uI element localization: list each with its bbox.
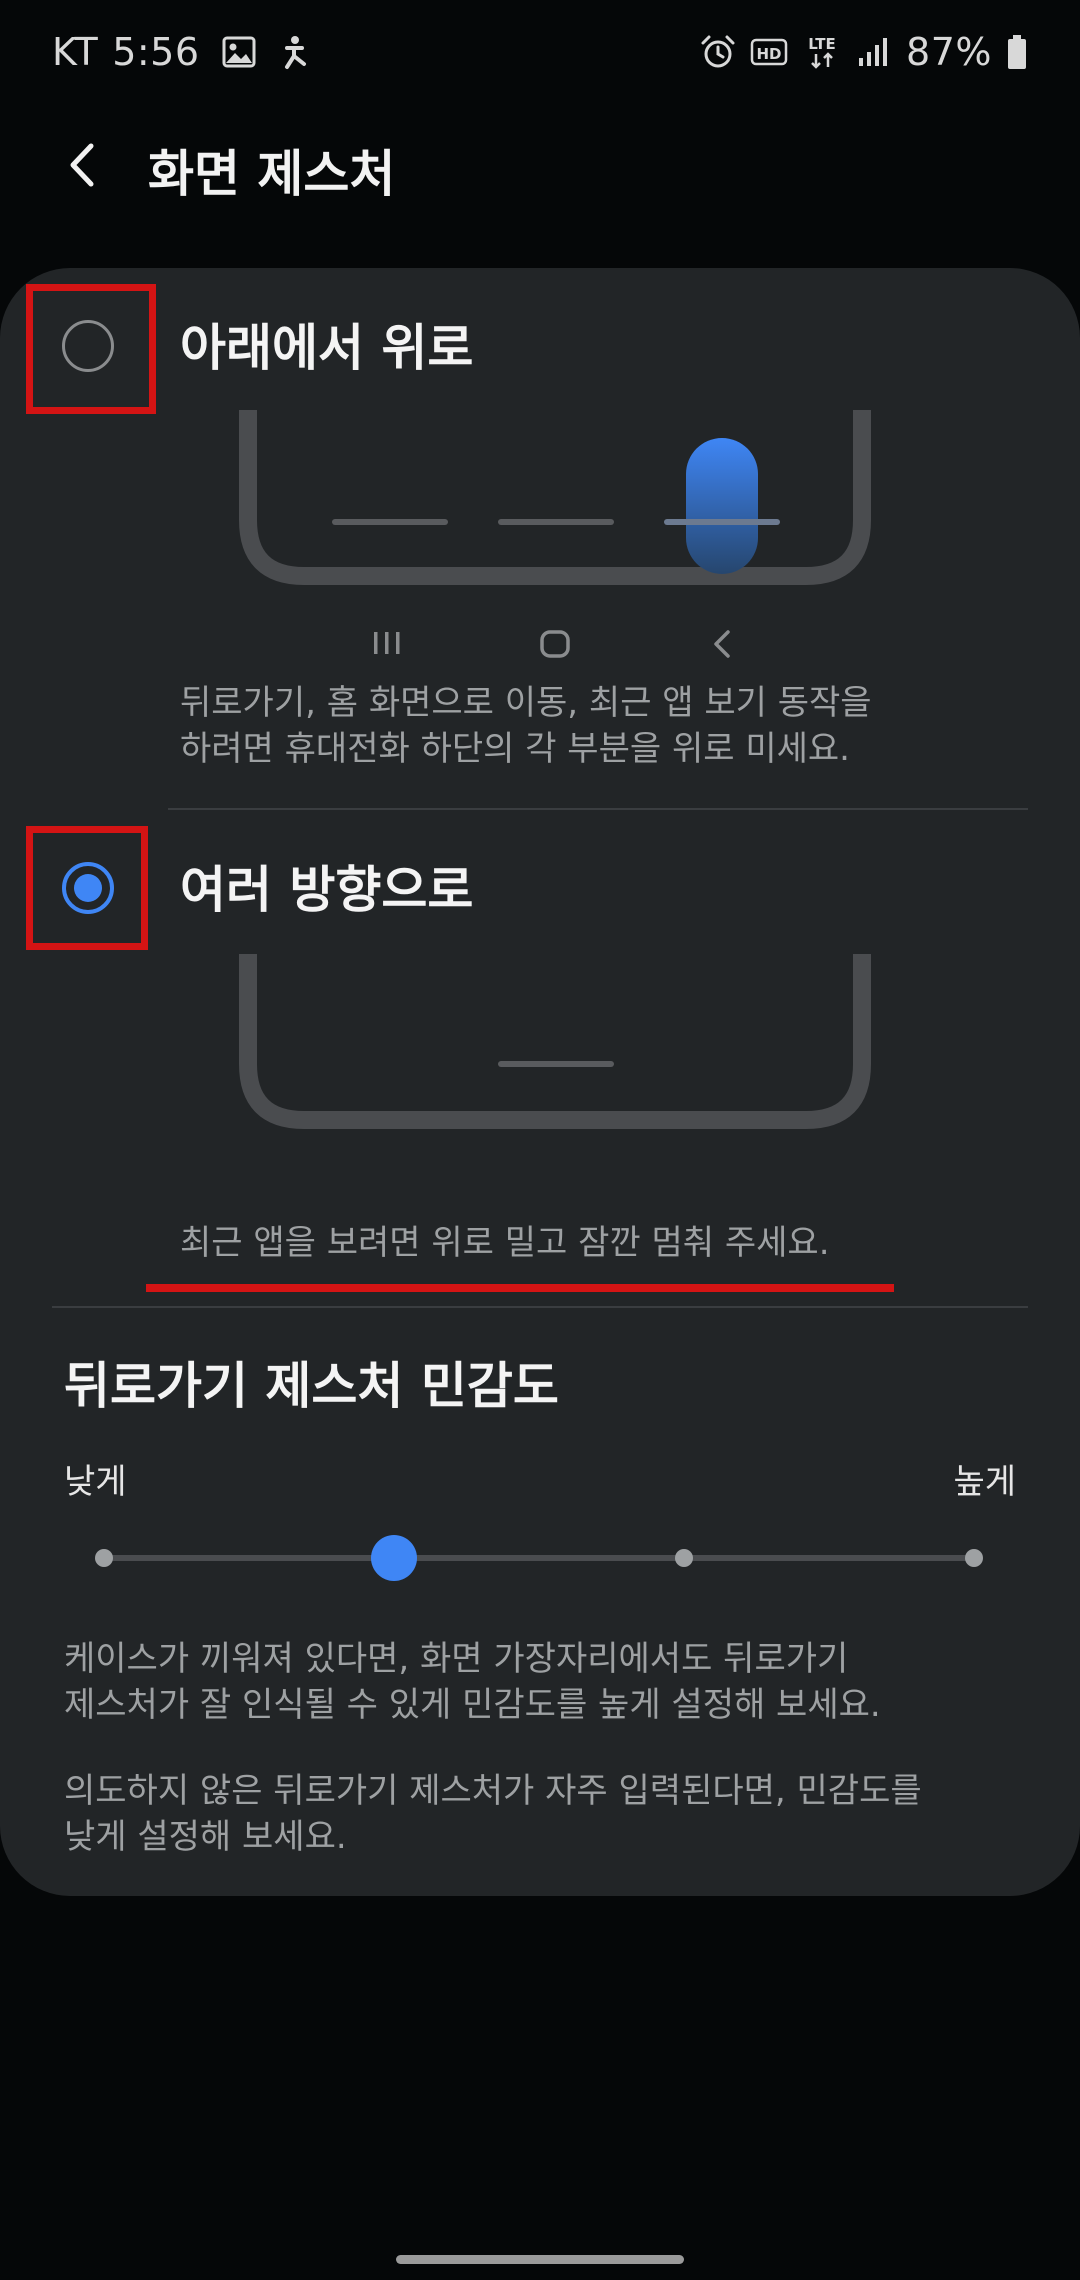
back-arrow-icon [70,143,94,187]
hd-badge-text: HD [757,45,782,63]
recent-apps-icon [374,632,400,654]
nav-icons-row [372,624,752,674]
slider-tick[interactable] [965,1549,983,1567]
clock: 5:56 [112,30,200,74]
sensitivity-note-unintended: 의도하지 않은 뒤로가기 제스처가 자주 입력된다면, 민감도를 낮게 설정해 … [64,1768,1024,1860]
option-description-swipe-up: 뒤로가기, 홈 화면으로 이동, 최근 앱 보기 동작을 하려면 휴대전화 하단… [180,680,1020,772]
option-label-swipe-up[interactable]: 아래에서 위로 [180,308,473,380]
note-line: 의도하지 않은 뒤로가기 제스처가 자주 입력된다면, 민감도를 [64,1771,922,1811]
swipe-up-illustration [239,410,871,585]
option-description-multi-direction: 최근 앱을 보려면 위로 밀고 잠깐 멈춰 주세요. [180,1220,1020,1266]
swipe-gesture-indicator [686,438,758,574]
slider-low-label: 낮게 [64,1462,127,1502]
status-bar-left: KT 5:56 [52,30,310,74]
home-icon [540,630,570,658]
settings-card: 아래에서 위로 뒤로가기, 홈 화면으로 이동, 최근 앱 보기 동작을 하려면… [0,268,1080,1896]
note-line: 낮게 설정해 보세요. [64,1817,347,1857]
note-line: 케이스가 끼워져 있다면, 화면 가장자리에서도 뒤로가기 [64,1639,849,1679]
app-bar: 화면 제스처 [0,110,1080,220]
slider-tick[interactable] [95,1549,113,1567]
sensitivity-title: 뒤로가기 제스처 민감도 [64,1357,559,1415]
hd-voice-icon: HD [750,36,788,68]
radio-selected-dot [74,874,102,902]
slider-thumb[interactable] [371,1535,417,1581]
sensitivity-slider[interactable] [80,1528,1000,1588]
gesture-handle[interactable] [396,2255,684,2264]
note-line: 제스처가 잘 인식될 수 있게 민감도를 높게 설정해 보세요. [64,1685,881,1725]
carrier-label: KT [52,30,99,74]
status-bar: KT 5:56 HD LTE 87% [0,0,1080,110]
radio-multi-direction[interactable] [62,862,114,914]
slider-track[interactable] [104,1555,976,1561]
back-icon [714,630,730,658]
lte-icon: LTE [802,34,842,70]
divider [168,808,1028,810]
option-label-multi-direction[interactable]: 여러 방향으로 [180,850,473,922]
slider-high-label: 높게 [953,1462,1016,1502]
accessibility-icon [278,34,310,70]
divider [52,1306,1028,1308]
battery-percent: 87% [906,30,992,74]
lte-label: LTE [808,35,836,53]
back-button[interactable] [50,132,116,198]
sensitivity-note-case: 케이스가 끼워져 있다면, 화면 가장자리에서도 뒤로가기 제스처가 잘 인식될… [64,1636,1024,1728]
battery-icon [1006,34,1028,70]
multi-direction-illustration [239,954,871,1129]
status-bar-right: HD LTE 87% [686,30,1028,74]
slider-tick[interactable] [675,1549,693,1567]
image-icon [222,36,256,68]
description-line: 하려면 휴대전화 하단의 각 부분을 위로 미세요. [180,729,850,769]
signal-icon [856,36,890,68]
page-title: 화면 제스처 [148,145,396,203]
alarm-icon [700,34,736,70]
description-line: 최근 앱을 보려면 위로 밀고 잠깐 멈춰 주세요. [180,1223,830,1263]
red-underline-annotation [146,1284,894,1292]
description-line: 뒤로가기, 홈 화면으로 이동, 최근 앱 보기 동작을 [180,683,872,723]
radio-swipe-up[interactable] [62,320,114,372]
